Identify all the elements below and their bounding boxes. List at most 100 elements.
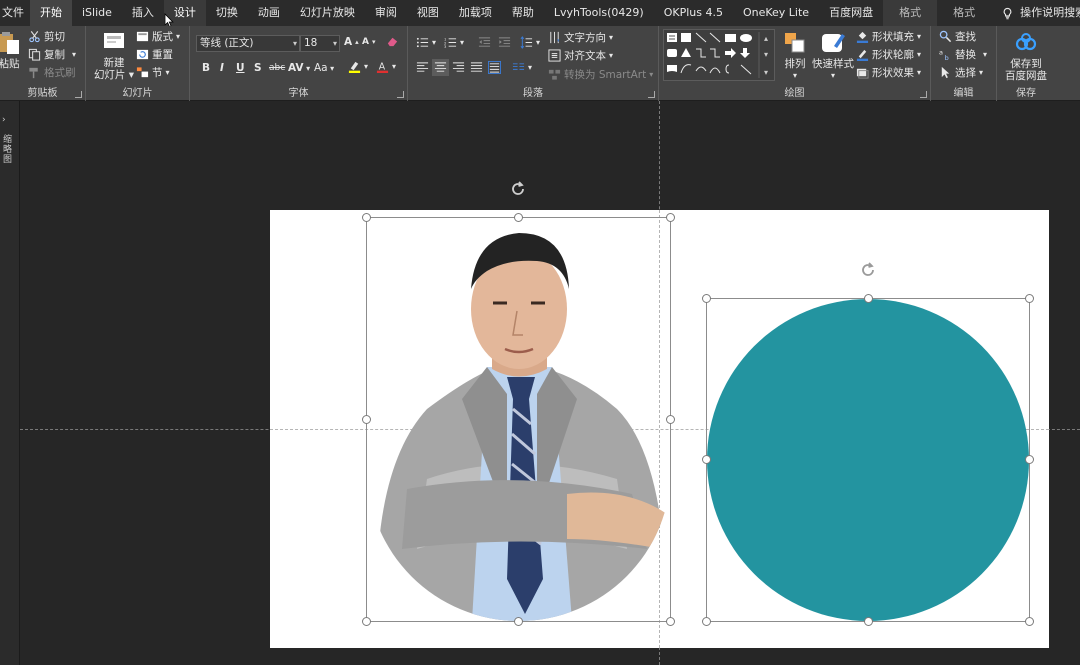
strikethrough-button[interactable]: abc bbox=[269, 63, 285, 73]
italic-button[interactable]: I bbox=[220, 62, 224, 74]
layout-button[interactable]: 版式 ▾ bbox=[136, 29, 180, 44]
change-case-button[interactable]: Aa ▾ bbox=[314, 62, 334, 74]
font-size-combo[interactable]: 18 ▾ bbox=[300, 35, 340, 52]
align-right-button[interactable] bbox=[452, 61, 465, 74]
portrait-rotate-handle-icon[interactable] bbox=[510, 181, 526, 197]
format-painter-button[interactable]: 格式刷 bbox=[28, 65, 76, 80]
columns-button[interactable]: ▾ bbox=[512, 61, 532, 74]
tell-me-search[interactable]: 操作说明搜索 bbox=[991, 0, 1080, 26]
shape-flowchart-icon[interactable] bbox=[667, 65, 677, 72]
character-spacing-button[interactable]: AV ▾ bbox=[288, 62, 310, 74]
justify-button[interactable] bbox=[470, 61, 483, 74]
portrait-handle-top[interactable] bbox=[514, 213, 523, 222]
replace-button[interactable]: ab 替换 ▾ bbox=[939, 47, 987, 62]
font-launcher-icon[interactable] bbox=[397, 91, 404, 98]
decrease-font-size-button[interactable]: A ▾ bbox=[362, 37, 375, 47]
portrait-handle-bottom-right[interactable] bbox=[666, 617, 675, 626]
tab-animations[interactable]: 动画 bbox=[248, 0, 290, 26]
tab-review[interactable]: 审阅 bbox=[365, 0, 407, 26]
shape-effects-button[interactable]: 形状效果 ▾ bbox=[856, 65, 921, 80]
paragraph-launcher-icon[interactable] bbox=[648, 91, 655, 98]
portrait-handle-right[interactable] bbox=[666, 415, 675, 424]
cut-button[interactable]: 剪切 bbox=[28, 29, 65, 44]
circle-handle-bottom-right[interactable] bbox=[1025, 617, 1034, 626]
shapes-scroll-down-icon[interactable]: ▾ bbox=[764, 50, 768, 59]
numbering-button[interactable]: 1 2 3 ▾ bbox=[444, 36, 464, 49]
paste-button[interactable]: 粘贴 bbox=[0, 30, 24, 70]
highlight-color-button[interactable]: ▾ bbox=[348, 60, 368, 73]
tab-format-shape[interactable]: 格式 bbox=[937, 0, 992, 26]
circle-handle-bottom[interactable] bbox=[864, 617, 873, 626]
text-shadow-button[interactable]: S bbox=[254, 62, 262, 74]
portrait-selection-box[interactable] bbox=[366, 217, 671, 622]
decrease-indent-button[interactable] bbox=[478, 36, 491, 49]
circle-handle-top-right[interactable] bbox=[1025, 294, 1034, 303]
thumbnail-collapse-icon[interactable]: › bbox=[2, 115, 6, 125]
convert-smartart-button[interactable]: 转换为 SmartArt ▾ bbox=[548, 67, 653, 82]
tab-islide[interactable]: iSlide bbox=[72, 0, 122, 26]
text-direction-button[interactable]: 文字方向 ▾ bbox=[548, 30, 613, 45]
shape-outline-button[interactable]: 形状轮廓 ▾ bbox=[856, 47, 921, 62]
tab-insert[interactable]: 插入 bbox=[122, 0, 164, 26]
tab-okplus[interactable]: OKPlus 4.5 bbox=[654, 0, 733, 26]
reset-button[interactable]: 重置 bbox=[136, 47, 173, 62]
align-left-button[interactable] bbox=[416, 61, 429, 74]
underline-button[interactable]: U bbox=[236, 62, 245, 74]
copy-button[interactable]: 复制 ▾ bbox=[28, 47, 76, 62]
font-name-combo[interactable]: 等线 (正文) ▾ bbox=[196, 35, 300, 52]
copy-dropdown-icon[interactable]: ▾ bbox=[72, 50, 76, 59]
distributed-button[interactable] bbox=[488, 61, 501, 74]
shapes-more-icon[interactable]: ▾ bbox=[764, 68, 768, 77]
select-button[interactable]: 选择 ▾ bbox=[939, 65, 983, 80]
tab-file[interactable]: 文件 bbox=[0, 0, 30, 26]
slide-editing-area[interactable]: › 缩略图 bbox=[0, 101, 1080, 665]
bold-button[interactable]: B bbox=[202, 62, 210, 74]
portrait-handle-bottom-left[interactable] bbox=[362, 617, 371, 626]
tab-home[interactable]: 开始 bbox=[30, 0, 72, 26]
quick-styles-button[interactable]: 快速样式 ▾ bbox=[811, 30, 855, 82]
section-button[interactable]: 节 ▾ bbox=[136, 65, 170, 80]
portrait-handle-left[interactable] bbox=[362, 415, 371, 424]
portrait-handle-top-right[interactable] bbox=[666, 213, 675, 222]
font-color-button[interactable]: A ▾ bbox=[376, 60, 396, 73]
save-to-baidu-button[interactable]: 保存到 百度网盘 bbox=[1001, 30, 1051, 82]
line-spacing-button[interactable]: ▾ bbox=[520, 36, 540, 49]
portrait-handle-bottom[interactable] bbox=[514, 617, 523, 626]
increase-indent-button[interactable] bbox=[498, 36, 511, 49]
shape-text-box-icon[interactable] bbox=[667, 33, 677, 42]
circle-handle-top-left[interactable] bbox=[702, 294, 711, 303]
tab-help[interactable]: 帮助 bbox=[502, 0, 544, 26]
portrait-handle-top-left[interactable] bbox=[362, 213, 371, 222]
align-center-button[interactable] bbox=[432, 59, 449, 76]
circle-handle-left[interactable] bbox=[702, 455, 711, 464]
shape-oval-icon[interactable] bbox=[740, 34, 752, 42]
tab-view[interactable]: 视图 bbox=[407, 0, 449, 26]
circle-rotate-handle-icon[interactable] bbox=[860, 262, 876, 278]
shape-rounded-rect-icon[interactable] bbox=[667, 49, 677, 57]
circle-selection-box[interactable] bbox=[706, 298, 1030, 622]
tab-format-picture[interactable]: 格式 bbox=[883, 0, 938, 26]
circle-handle-bottom-left[interactable] bbox=[702, 617, 711, 626]
bullets-button[interactable]: ▾ bbox=[416, 36, 436, 49]
shape-fill-button[interactable]: 形状填充 ▾ bbox=[856, 29, 921, 44]
tab-transitions[interactable]: 切换 bbox=[206, 0, 248, 26]
align-text-button[interactable]: 对齐文本 ▾ bbox=[548, 48, 613, 63]
tab-baidu-netdisk[interactable]: 百度网盘 bbox=[819, 0, 883, 26]
shapes-scroll-up-icon[interactable]: ▴ bbox=[764, 34, 768, 43]
tab-slideshow[interactable]: 幻灯片放映 bbox=[290, 0, 365, 26]
find-button[interactable]: 查找 bbox=[939, 29, 976, 44]
tab-addins[interactable]: 加载项 bbox=[449, 0, 502, 26]
circle-handle-right[interactable] bbox=[1025, 455, 1034, 464]
shape-rectangle-icon[interactable] bbox=[725, 34, 736, 42]
increase-font-size-button[interactable]: A ▴ bbox=[344, 36, 359, 48]
circle-handle-top[interactable] bbox=[864, 294, 873, 303]
thumbnail-pane[interactable]: › 缩略图 bbox=[0, 101, 20, 665]
clipboard-launcher-icon[interactable] bbox=[75, 91, 82, 98]
arrange-button[interactable]: 排列 ▾ bbox=[781, 30, 809, 82]
shapes-gallery[interactable]: ▴ ▾ ▾ bbox=[663, 29, 775, 81]
tab-onekey-lite[interactable]: OneKey Lite bbox=[733, 0, 819, 26]
shape-vertical-text-box-icon[interactable] bbox=[681, 33, 691, 42]
new-slide-button[interactable]: 新建 幻灯片 ▾ bbox=[92, 29, 136, 81]
clear-formatting-button[interactable] bbox=[386, 35, 399, 48]
tab-lvyhtools[interactable]: LvyhTools(0429) bbox=[544, 0, 654, 26]
